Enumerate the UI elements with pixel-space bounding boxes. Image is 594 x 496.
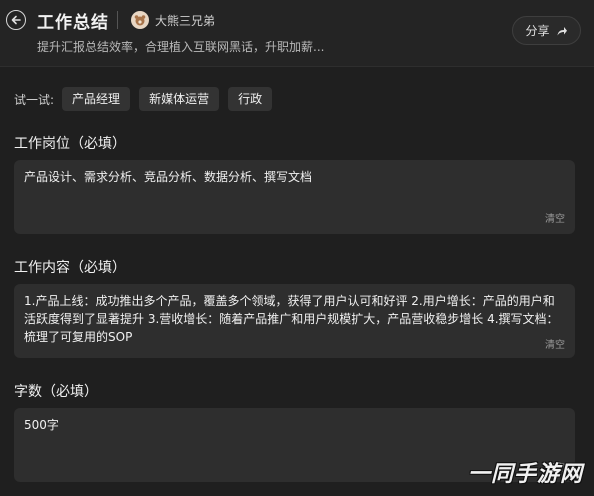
example-chip-admin[interactable]: 行政: [228, 87, 273, 111]
example-chip-new-media[interactable]: 新媒体运营: [139, 87, 220, 111]
job-position-value: 产品设计、需求分析、竞品分析、数据分析、撰写文档: [24, 170, 313, 184]
work-content-value: 1.产品上线：成功推出多个产品，覆盖多个领域，获得了用户认可和好评 2.用户增长…: [24, 294, 559, 344]
work-content-field[interactable]: 1.产品上线：成功推出多个产品，覆盖多个领域，获得了用户认可和好评 2.用户增长…: [14, 284, 575, 358]
job-position-field[interactable]: 产品设计、需求分析、竞品分析、数据分析、撰写文档 清空: [14, 160, 575, 234]
share-arrow-icon: [557, 26, 567, 35]
share-label: 分享: [525, 24, 550, 38]
header-divider: [117, 11, 118, 29]
example-chip-product-manager[interactable]: 产品经理: [62, 87, 131, 111]
share-button[interactable]: 分享: [512, 16, 581, 45]
author-avatar[interactable]: [131, 11, 149, 29]
try-label: 试一试:: [14, 92, 55, 107]
work-content-clear-button[interactable]: 清空: [545, 336, 565, 351]
site-watermark: 一同手游网: [468, 462, 584, 487]
word-count-value: 500字: [24, 418, 59, 432]
job-position-label: 工作岗位（必填）: [14, 136, 126, 152]
job-position-clear-button[interactable]: 清空: [545, 210, 565, 225]
back-arrow-icon: [11, 15, 21, 25]
bear-avatar-icon: [134, 15, 146, 26]
author-name[interactable]: 大熊三兄弟: [155, 12, 215, 29]
try-examples-row: 试一试: 产品经理 新媒体运营 行政: [14, 87, 281, 111]
page-title: 工作总结: [37, 13, 109, 33]
back-button[interactable]: [6, 10, 26, 30]
word-count-label: 字数（必填）: [14, 384, 98, 400]
work-content-label: 工作内容（必填）: [14, 260, 126, 276]
page-subtitle: 提升汇报总结效率，合理植入互联网黑话，升职加薪...: [37, 40, 325, 54]
header-bar: 工作总结 大熊三兄弟 提升汇报总结效率，合理植入互联网黑话，升职加薪... 分享: [0, 0, 594, 67]
